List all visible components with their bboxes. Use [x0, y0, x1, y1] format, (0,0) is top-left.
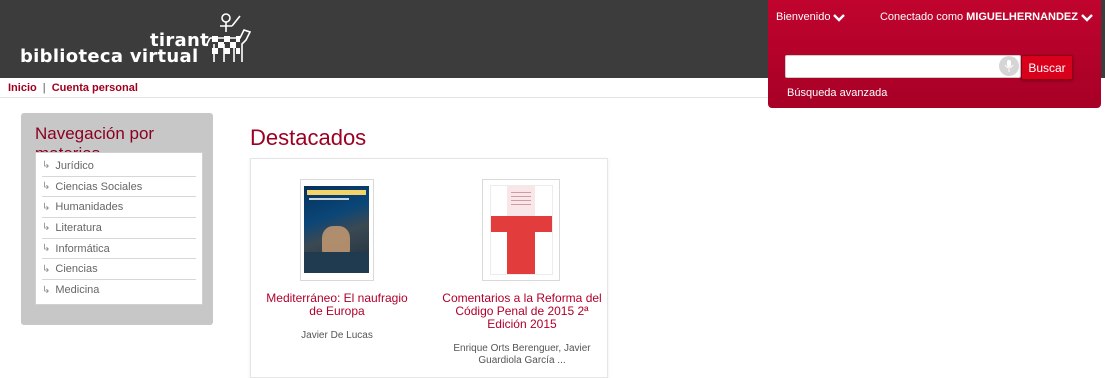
book-cover-comentarios[interactable]: [482, 179, 560, 281]
subject-item-ciencias-sociales[interactable]: ↳ Ciencias Sociales: [42, 177, 196, 198]
chevron-down-icon: [1081, 13, 1093, 22]
welcome-menu[interactable]: Bienvenido: [776, 11, 846, 23]
subitem-arrow-icon: ↳: [42, 160, 51, 172]
breadcrumb-separator: |: [42, 82, 46, 94]
book-cover-image: [490, 185, 553, 275]
subject-label: Medicina: [55, 284, 100, 297]
subitem-arrow-icon: ↳: [42, 201, 51, 213]
user-panel: Bienvenido Conectado como MIGUELHERNANDE…: [768, 0, 1101, 108]
featured-books-card: Mediterráneo: El naufragio de Europa Jav…: [250, 158, 608, 378]
subject-item-medicina[interactable]: ↳ Medicina: [42, 280, 196, 301]
search-button[interactable]: Buscar: [1021, 55, 1073, 80]
breadcrumb: Inicio | Cuenta personal: [0, 78, 768, 98]
knight-logo-icon: [205, 13, 252, 62]
subitem-arrow-icon: ↳: [42, 181, 51, 193]
subject-item-informatica[interactable]: ↳ Informática: [42, 239, 196, 260]
username: MIGUELHERNANDEZ: [966, 11, 1078, 23]
subject-item-humanidades[interactable]: ↳ Humanidades: [42, 197, 196, 219]
subitem-arrow-icon: ↳: [42, 263, 51, 275]
search-input[interactable]: [785, 55, 1021, 78]
book-cover-image: [304, 186, 369, 273]
subitem-arrow-icon: ↳: [42, 222, 51, 234]
connected-prefix: Conectado como: [879, 11, 964, 23]
breadcrumb-account-link[interactable]: Cuenta personal: [52, 82, 138, 94]
logo-text-biblioteca: biblioteca virtual: [20, 46, 199, 67]
book-cover-mediterraneo[interactable]: [300, 179, 374, 281]
subject-label: Ciencias Sociales: [55, 180, 143, 193]
breadcrumb-home-link[interactable]: Inicio: [8, 82, 37, 94]
account-menu[interactable]: Conectado como MIGUELHERNANDEZ: [880, 11, 1093, 23]
subject-navigation: Navegación por materias ↳Jurídico ↳Cienc…: [21, 113, 213, 325]
subject-item-ciencias[interactable]: ↳ Ciencias: [42, 259, 196, 281]
subject-item-literatura[interactable]: ↳ Literatura: [42, 218, 196, 239]
subitem-arrow-icon: ↳: [42, 284, 51, 296]
subitem-arrow-icon: ↳: [42, 243, 51, 255]
book-title-link[interactable]: Comentarios a la Reforma del Código Pena…: [439, 292, 605, 331]
subject-label: Informática: [55, 242, 110, 255]
subject-list: ↳ Jurídico ↳ Ciencias Sociales ↳ Humanidade…: [35, 152, 203, 305]
chevron-down-icon: [833, 13, 846, 22]
subject-label: Literatura: [55, 221, 102, 234]
site-logo[interactable]: tirant biblioteca virtual: [20, 10, 260, 76]
subject-label: Humanidades: [55, 201, 124, 214]
book-author: Javier De Lucas: [301, 330, 373, 341]
advanced-search-link[interactable]: Búsqueda avanzada: [787, 87, 887, 99]
subject-label: Ciencias: [55, 263, 98, 276]
subject-label: Jurídico: [55, 159, 94, 172]
book-title-link[interactable]: Mediterráneo: El naufragio de Europa: [261, 292, 413, 318]
microphone-icon[interactable]: [999, 56, 1019, 76]
subject-item-juridico[interactable]: ↳ Jurídico: [42, 156, 196, 177]
welcome-label: Bienvenido: [776, 11, 831, 23]
featured-heading: Destacados: [250, 125, 367, 150]
book-author: Enrique Orts Berenguer, Javier Guardiola…: [453, 343, 591, 366]
